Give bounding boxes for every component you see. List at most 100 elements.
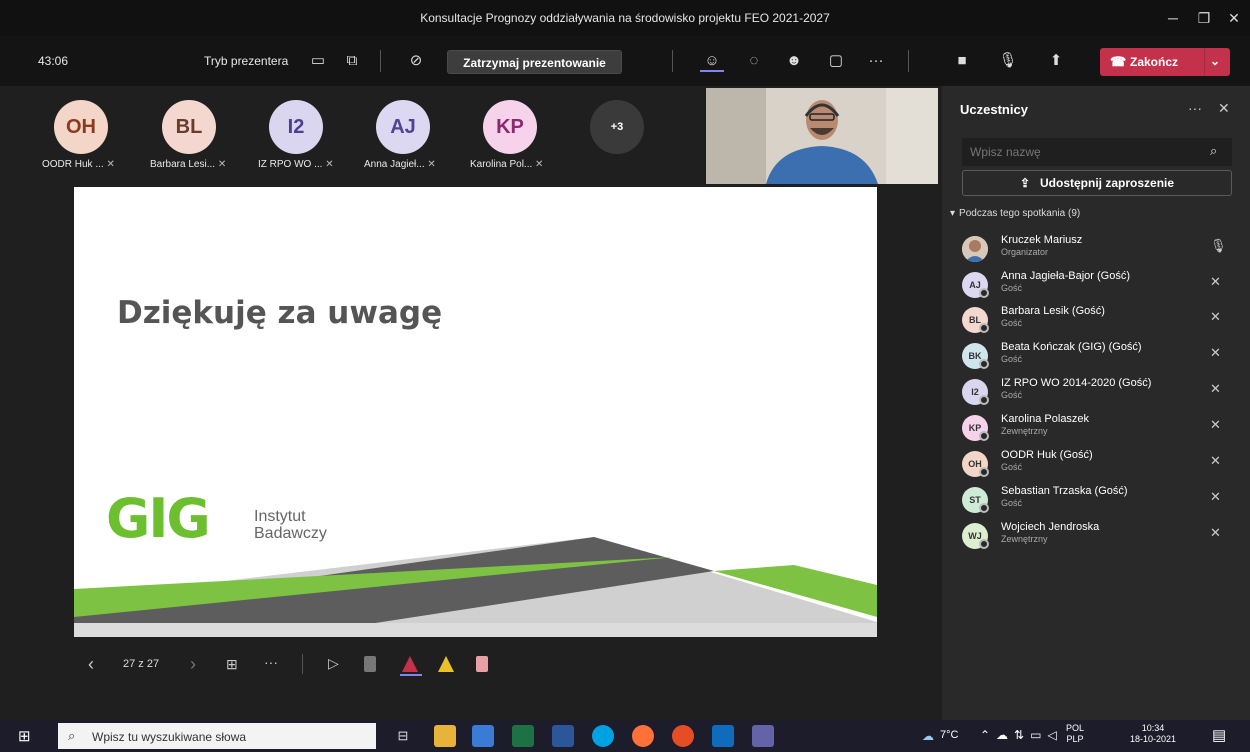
excel-icon[interactable] — [512, 725, 534, 747]
firefox-icon[interactable] — [632, 725, 654, 747]
presenter-mode-standout-icon[interactable]: ▭ — [306, 50, 330, 72]
microphone-icon[interactable]: 🎙 — [996, 50, 1020, 72]
participant-name: Beata Kończak (GIG) (Gość) — [1001, 341, 1142, 353]
highlighter-icon[interactable] — [438, 656, 454, 672]
participant-name: Wojciech Jendroska — [1001, 521, 1100, 533]
skype-icon[interactable] — [592, 725, 614, 747]
status-icon — [979, 395, 989, 405]
mic-muted-icon: ✕ — [325, 159, 334, 170]
participant-role: Zewnętrzny — [1001, 534, 1048, 544]
close-panel-icon[interactable]: ✕ — [1218, 100, 1230, 117]
laser-pointer-icon[interactable]: ▷ — [328, 655, 339, 672]
mail-icon[interactable] — [712, 725, 734, 747]
rooms-icon[interactable]: ▢ — [824, 50, 848, 72]
mic-muted-icon: ✕ — [1210, 525, 1221, 540]
clock[interactable]: 10:34 18-10-2021 — [1130, 723, 1176, 745]
more-options-icon[interactable]: ··· — [864, 50, 888, 72]
chevron-down-icon: ▾ — [950, 208, 956, 219]
slide-grid-icon[interactable]: ⊞ — [226, 656, 238, 673]
participant-name: Anna Jagieła-Bajor (Gość) — [1001, 270, 1131, 282]
status-icon — [979, 431, 989, 441]
minimize-icon[interactable]: ─ — [1163, 8, 1183, 28]
weather-temp[interactable]: 7°C — [940, 729, 958, 741]
pen-red-icon[interactable] — [402, 656, 418, 672]
mic-muted-icon: ✕ — [427, 159, 436, 170]
hide-preview-icon[interactable]: ⊘ — [404, 50, 428, 72]
participant-name: OODR Huk ... ✕ — [42, 159, 115, 170]
overflow-participants-button[interactable]: +3 — [590, 100, 644, 154]
word-icon[interactable] — [552, 725, 574, 747]
participant-row[interactable]: OH OODR Huk (Gość) Gość ✕ — [962, 449, 1242, 483]
store-icon[interactable] — [472, 725, 494, 747]
task-view-icon[interactable]: ⊟ — [392, 725, 414, 747]
participant-avatar[interactable]: BL — [162, 100, 216, 154]
participants-panel: Uczestnicy ··· ✕ ⌕ ⇪ Udostępnij zaproszen… — [942, 86, 1250, 720]
mic-muted-icon: ✕ — [535, 159, 544, 170]
meeting-timer: 43:06 — [38, 54, 69, 68]
presenter-mode-label: Tryb prezentera — [204, 54, 289, 68]
participant-role: Gość — [1001, 462, 1023, 472]
notifications-icon[interactable]: ▤ — [1212, 726, 1226, 744]
chevron-down-icon[interactable]: ⌄ — [1210, 54, 1220, 68]
share-icon[interactable]: ⬆ — [1044, 50, 1068, 72]
meeting-toolbar: 43:06 Tryb prezentera ▭ ⧉ ⊘ Zatrzymaj pr… — [0, 36, 1250, 86]
close-icon[interactable]: ✕ — [1224, 8, 1244, 28]
system-tray-icons[interactable]: ⌃☁⇅▭◁ — [980, 728, 1063, 742]
teams-icon[interactable] — [752, 725, 774, 747]
share-invite-button[interactable]: ⇪ Udostępnij zaproszenie — [962, 170, 1232, 196]
taskbar-search-placeholder: Wpisz tu wyszukiwane słowa — [92, 730, 247, 744]
file-explorer-icon[interactable] — [434, 725, 456, 747]
reactions-icon[interactable]: ☻ — [782, 50, 806, 72]
next-slide-icon[interactable]: › — [190, 654, 196, 675]
participant-search-input[interactable] — [962, 138, 1232, 166]
more-slide-options-icon[interactable]: ··· — [264, 654, 278, 670]
panel-more-icon[interactable]: ··· — [1188, 100, 1202, 116]
windows-start-icon[interactable]: ⊞ — [18, 727, 31, 745]
participant-name: Karolina Polaszek — [1001, 413, 1090, 425]
camera-icon[interactable]: ■ — [950, 50, 974, 72]
toolbar-divider — [908, 50, 909, 72]
chat-icon[interactable]: ◌ — [742, 50, 766, 72]
status-icon — [979, 359, 989, 369]
pen-black-icon[interactable] — [364, 656, 376, 672]
participant-row[interactable]: BK Beata Kończak (GIG) (Gość) Gość ✕ — [962, 341, 1242, 375]
shared-slide: Dziękuję za uwagę GIG Instytut Badawczy — [74, 187, 877, 637]
section-header[interactable]: ▾ Podczas tego spotkania (9) — [950, 208, 1080, 219]
stop-presenting-button[interactable]: Zatrzymaj prezentowanie — [447, 50, 622, 74]
participant-name: OODR Huk (Gość) — [1001, 449, 1093, 461]
participants-icon[interactable]: ☺ — [700, 50, 724, 72]
status-icon — [979, 503, 989, 513]
previous-slide-icon[interactable]: ‹ — [88, 654, 94, 675]
participant-avatar[interactable]: OH — [54, 100, 108, 154]
search-icon[interactable]: ⌕ — [1210, 143, 1217, 159]
eraser-icon[interactable] — [476, 656, 488, 672]
participant-row[interactable]: Kruczek Mariusz Organizator 🎙 — [962, 234, 1242, 268]
status-icon — [979, 288, 989, 298]
participant-row[interactable]: AJ Anna Jagieła-Bajor (Gość) Gość ✕ — [962, 270, 1242, 304]
maximize-icon[interactable]: ❐ — [1194, 8, 1214, 28]
presenter-video — [706, 88, 938, 184]
slide-title: Dziękuję za uwagę — [117, 295, 443, 331]
participant-avatar[interactable]: KP — [483, 100, 537, 154]
participant-row[interactable]: BL Barbara Lesik (Gość) Gość ✕ — [962, 305, 1242, 339]
participant-photo-avatar — [962, 236, 988, 262]
participant-name: Barbara Lesi... ✕ — [150, 159, 227, 170]
weather-icon[interactable]: ☁ — [922, 729, 934, 743]
participant-avatar[interactable]: AJ — [376, 100, 430, 154]
share-invite-icon: ⇪ — [1019, 176, 1031, 190]
opera-icon[interactable] — [672, 725, 694, 747]
end-call-button[interactable]: ☎ Zakończ ⌄ — [1100, 48, 1230, 76]
status-icon — [979, 539, 989, 549]
participant-row[interactable]: I2 IZ RPO WO 2014-2020 (Gość) Gość ✕ — [962, 377, 1242, 411]
taskbar-search-box[interactable]: ⌕ Wpisz tu wyszukiwane słowa — [58, 723, 376, 749]
nav-divider — [302, 654, 303, 674]
slide-counter: 27 z 27 — [123, 658, 160, 670]
presenter-mode-side-icon[interactable]: ⧉ — [340, 50, 364, 72]
input-language[interactable]: POL PLP — [1066, 723, 1084, 745]
status-icon — [979, 467, 989, 477]
mic-muted-icon: ✕ — [1210, 417, 1221, 432]
participant-row[interactable]: WJ Wojciech Jendroska Zewnętrzny ✕ — [962, 521, 1242, 555]
participant-row[interactable]: ST Sebastian Trzaska (Gość) Gość ✕ — [962, 485, 1242, 519]
participant-row[interactable]: KP Karolina Polaszek Zewnętrzny ✕ — [962, 413, 1242, 447]
participant-avatar[interactable]: I2 — [269, 100, 323, 154]
